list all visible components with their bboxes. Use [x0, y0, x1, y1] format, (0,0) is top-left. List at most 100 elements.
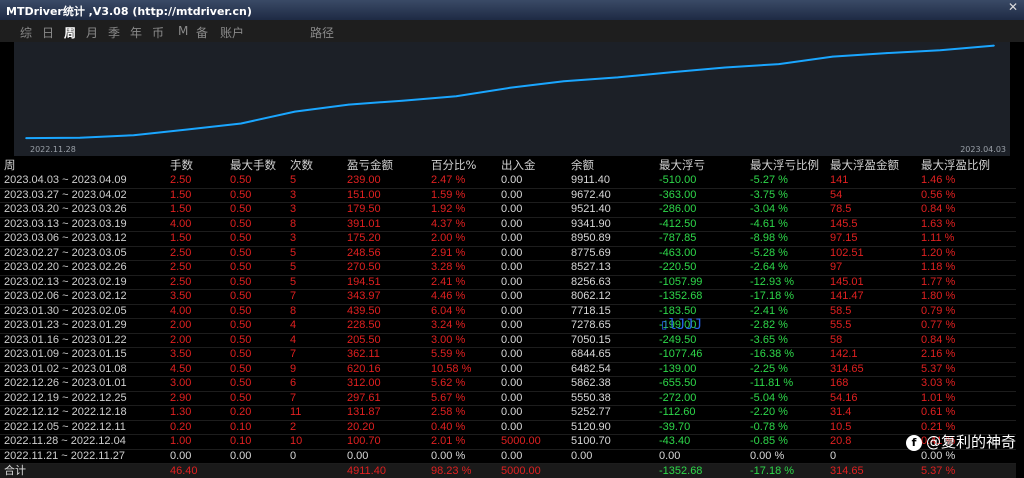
table-cell: 58	[826, 333, 917, 348]
table-cell: 2023.01.30 ~ 2023.02.05	[0, 304, 166, 319]
table-row[interactable]: 2022.11.21 ~ 2022.11.27 0.00 0.00 0 0.00 0.00…	[0, 449, 1016, 464]
tab-9[interactable]: 账户	[220, 24, 244, 41]
table-row[interactable]: 2023.04.03 ~ 2023.04.09 2.50 0.50 5 239.00 2.…	[0, 174, 1016, 189]
table-row[interactable]: 2023.02.13 ~ 2023.02.19 2.50 0.50 5 194.51 2.…	[0, 275, 1016, 290]
table-row[interactable]: 2023.01.16 ~ 2023.01.22 2.00 0.50 4 205.50 3.…	[0, 333, 1016, 348]
table-cell: 0.00	[497, 202, 567, 218]
table-row[interactable]: 2022.12.05 ~ 2022.12.11 0.20 0.10 2 20.20 0.4…	[0, 420, 1016, 435]
table-row[interactable]: 2023.01.02 ~ 2023.01.08 4.50 0.50 9 620.16 10…	[0, 362, 1016, 377]
table-cell: 4.37 %	[427, 217, 497, 232]
table-row[interactable]: 2022.12.19 ~ 2022.12.25 2.90 0.50 7 297.61 5.…	[0, 391, 1016, 406]
table-cell: 0.00	[166, 449, 226, 464]
table-row[interactable]: 2023.03.13 ~ 2023.03.19 4.00 0.50 8 391.01 4.…	[0, 217, 1016, 232]
table-row[interactable]: 2023.01.23 ~ 2023.01.29 2.00 0.50 4 228.50 3.…	[0, 318, 1016, 334]
table-cell: 168	[826, 376, 917, 392]
table-row[interactable]: 2023.01.09 ~ 2023.01.15 3.50 0.50 7 362.11 5.…	[0, 347, 1016, 363]
tab-3[interactable]: 月	[86, 24, 98, 41]
table-cell: 3.03 %	[917, 376, 1016, 392]
column-header[interactable]: 手数	[166, 156, 226, 174]
table-cell: 5.67 %	[427, 391, 497, 406]
table-cell: 100.70	[343, 434, 427, 450]
table-cell: 6	[286, 376, 343, 392]
total-cell: 46.40	[166, 463, 226, 478]
table-row[interactable]: 2022.11.28 ~ 2022.12.04 1.00 0.10 10 100.70 2…	[0, 434, 1016, 450]
table-row[interactable]: 2023.02.06 ~ 2023.02.12 3.50 0.50 7 343.97 4.…	[0, 289, 1016, 305]
table-row[interactable]: 2023.02.27 ~ 2023.03.05 2.50 0.50 5 248.56 2.…	[0, 246, 1016, 261]
column-header[interactable]: 盈亏金额	[343, 156, 427, 174]
table-row[interactable]: 2023.03.27 ~ 2023.04.02 1.50 0.50 3 151.00 1.…	[0, 188, 1016, 203]
table-cell: 391.01	[343, 217, 427, 232]
table-row[interactable]: 2023.03.20 ~ 2023.03.26 1.50 0.50 3 179.50 1.…	[0, 202, 1016, 218]
table-row[interactable]: 2022.12.12 ~ 2022.12.18 1.30 0.20 11 131.87 2…	[0, 405, 1016, 421]
tab-8[interactable]: 备	[196, 24, 208, 41]
table-cell: -2.64 %	[746, 260, 826, 276]
table-cell: -286.00	[655, 202, 746, 218]
table-cell: 2023.01.23 ~ 2023.01.29	[0, 318, 166, 334]
table-cell: 9911.40	[567, 174, 655, 189]
table-cell: 270.50	[343, 260, 427, 276]
table-cell: 5000.00	[497, 434, 567, 450]
table-cell: 5862.38	[567, 376, 655, 392]
table-row[interactable]: 2022.12.26 ~ 2023.01.01 3.00 0.50 6 312.00 5.…	[0, 376, 1016, 392]
table-cell: 0.10	[226, 420, 286, 435]
table-cell: -0.78 %	[746, 420, 826, 435]
table-cell: 3.24 %	[427, 318, 497, 334]
table-cell: 0.50	[226, 391, 286, 406]
table-cell: 0.00	[497, 289, 567, 305]
tab-10[interactable]: 路径	[310, 24, 334, 41]
tab-7[interactable]: M	[178, 24, 188, 38]
table-cell: 2.90	[166, 391, 226, 406]
column-header[interactable]: 最大浮亏	[655, 156, 746, 174]
column-header[interactable]: 最大手数	[226, 156, 286, 174]
total-cell: 5.37 %	[917, 463, 1016, 478]
table-cell: -412.50	[655, 217, 746, 232]
column-header[interactable]: 余额	[567, 156, 655, 174]
table-cell: -2.41 %	[746, 304, 826, 319]
tab-5[interactable]: 年	[130, 24, 142, 41]
column-header[interactable]: 最大浮盈比例	[917, 156, 1016, 174]
table-row[interactable]: 2023.02.20 ~ 2023.02.26 2.50 0.50 5 270.50 3.…	[0, 260, 1016, 276]
balance-point	[939, 49, 941, 51]
table-cell: 0.50	[226, 260, 286, 276]
table-cell: 8	[286, 217, 343, 232]
table-cell: 239.00	[343, 174, 427, 189]
tab-2[interactable]: 周	[64, 24, 76, 41]
balance-point	[509, 87, 511, 89]
table-cell: 0.50	[226, 202, 286, 218]
column-header[interactable]: 次数	[286, 156, 343, 174]
tab-0[interactable]: 综	[20, 24, 32, 41]
table-cell: 54.16	[826, 391, 917, 406]
table-cell: -5.04 %	[746, 391, 826, 406]
table-cell: -17.18 %	[746, 289, 826, 305]
table-cell: 0.00	[497, 318, 567, 334]
column-header[interactable]: 最大浮亏比例	[746, 156, 826, 174]
tab-6[interactable]: 币	[152, 24, 164, 41]
column-header[interactable]: 周	[0, 156, 166, 174]
table-cell: 0	[826, 449, 917, 464]
table-cell: 2.50	[166, 275, 226, 290]
table-cell: -139.00	[655, 362, 746, 377]
table-cell: 2023.03.06 ~ 2023.03.12	[0, 231, 166, 247]
table-cell: -39.70	[655, 420, 746, 435]
table-cell: 0	[286, 449, 343, 464]
table-cell: 0.50	[226, 376, 286, 392]
table-cell: 3.28 %	[427, 260, 497, 276]
window-title: MTDriver统计 ,V3.08 (http://mtdriver.cn)	[6, 5, 252, 18]
tab-1[interactable]: 日	[42, 24, 54, 41]
table-cell: 31.4	[826, 405, 917, 421]
table-cell: -220.50	[655, 260, 746, 276]
close-icon[interactable]: ✕	[1006, 0, 1020, 14]
table-row[interactable]: 2023.03.06 ~ 2023.03.12 1.50 0.50 3 175.20 2.…	[0, 231, 1016, 247]
total-cell	[567, 463, 655, 478]
column-header[interactable]: 出入金	[497, 156, 567, 174]
table-row[interactable]: 2023.01.30 ~ 2023.02.05 4.00 0.50 8 439.50 6.…	[0, 304, 1016, 319]
total-cell: 4911.40	[343, 463, 427, 478]
column-header[interactable]: 百分比%	[427, 156, 497, 174]
table-cell: 2023.01.02 ~ 2023.01.08	[0, 362, 166, 377]
tab-4[interactable]: 季	[108, 24, 120, 41]
column-header[interactable]: 最大浮盈金额	[826, 156, 917, 174]
total-row: 合计 46.40 4911.40 98.23 % 5000.00 -1352.68 -17.…	[0, 463, 1016, 478]
table-cell: 7	[286, 347, 343, 363]
table-cell: 179.50	[343, 202, 427, 218]
table-cell: -1077.46	[655, 347, 746, 363]
